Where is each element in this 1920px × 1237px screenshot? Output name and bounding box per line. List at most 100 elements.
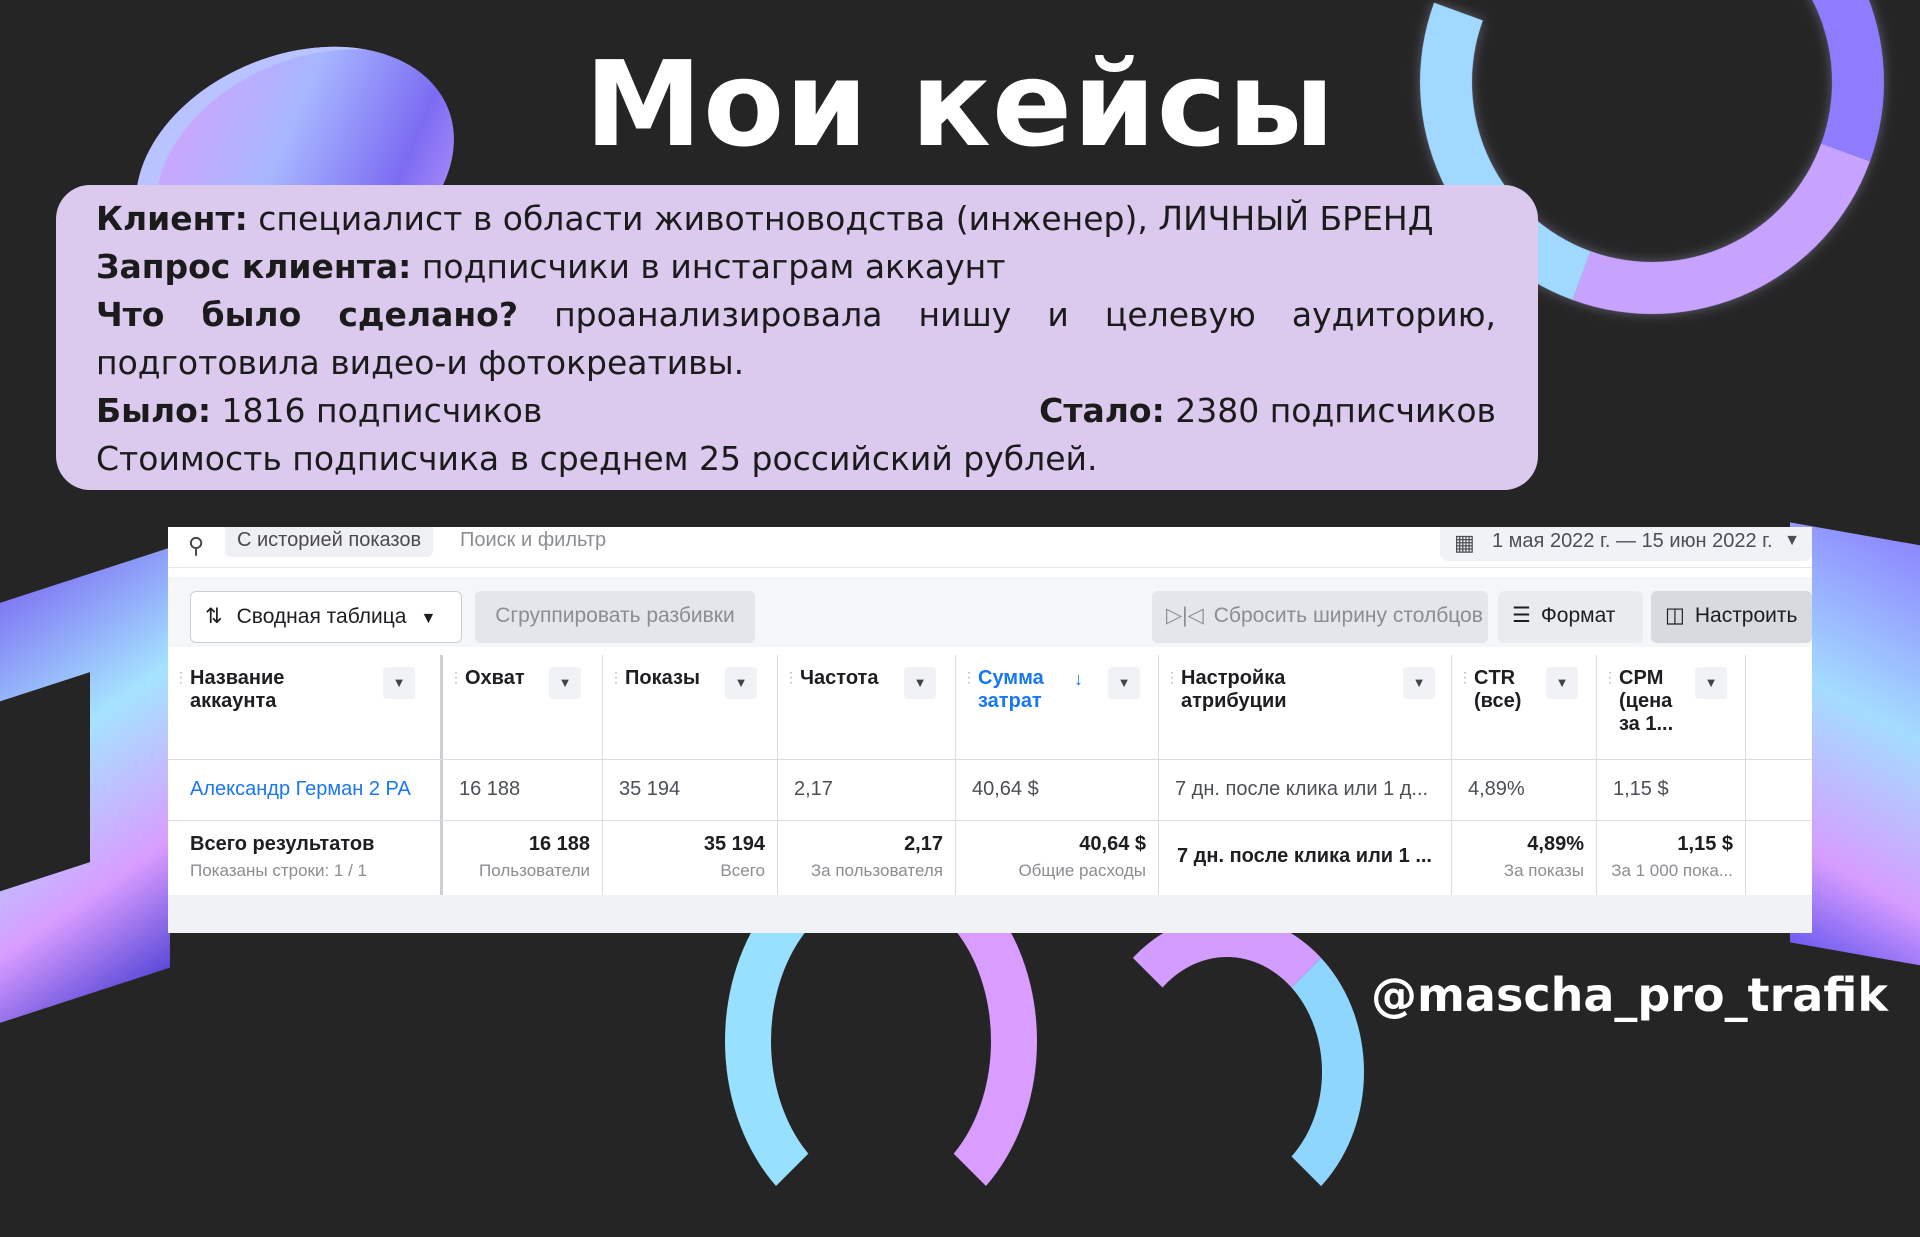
totals-ctr: 4,89% За показы — [1452, 821, 1597, 895]
cell-account: Александр Герман 2 РА — [168, 760, 443, 820]
customize-label: Настроить — [1694, 604, 1798, 627]
total-value: 16 188 — [528, 833, 590, 855]
totals-reach: 16 188 Пользователи — [443, 821, 603, 895]
cell-value: 7 дн. после клика или 1 д... — [1175, 778, 1429, 800]
total-sub: Всего — [720, 861, 765, 880]
customize-button[interactable]: ◫ Настроить — [1651, 591, 1812, 643]
cell-value: 16 188 — [459, 778, 521, 800]
totals-impressions: 35 194 Всего — [603, 821, 778, 895]
drag-handle-icon[interactable]: ⋮ — [609, 669, 623, 686]
table-toolbar: ⇅ Сводная таблица ▼ Сгруппировать разбивки… — [168, 577, 1812, 647]
cell-amount-spent: 40,64 $ — [956, 760, 1159, 820]
column-header-label: Название аккаунта — [190, 667, 285, 712]
format-list-icon: ☰ — [1512, 604, 1531, 627]
column-menu-icon[interactable]: ▼ — [383, 667, 415, 699]
calendar-icon: ▦ — [1454, 530, 1475, 555]
client-value: специалист в области животноводства (инж… — [247, 199, 1434, 238]
column-menu-icon[interactable]: ▼ — [1546, 667, 1578, 699]
cell-value: 2,17 — [794, 778, 833, 800]
request-value: подписчики в инстаграм аккаунт — [411, 247, 1006, 286]
search-filter-bar: ⚲ С историей показов Поиск и фильтр ▦ 1 … — [168, 527, 1812, 568]
reset-column-width-button[interactable]: ▷|◁ Сбросить ширину столбцов — [1152, 591, 1488, 643]
total-sub: За показы — [1503, 861, 1584, 880]
request-label: Запрос клиента: — [96, 247, 412, 286]
total-value: 4,89% — [1527, 833, 1584, 855]
cell-cpm: 1,15 $ — [1597, 760, 1746, 820]
format-button[interactable]: ☰ Формат — [1498, 591, 1643, 643]
column-menu-icon[interactable]: ▼ — [1403, 667, 1435, 699]
ads-manager-screenshot: ⚲ С историей показов Поиск и фильтр ▦ 1 … — [168, 527, 1812, 933]
column-header-reach[interactable]: ⋮ Охват ▼ — [443, 655, 603, 759]
before-value: 1816 подписчиков — [211, 391, 543, 430]
cell-ctr: 4,89% — [1452, 760, 1597, 820]
group-breakdowns-button[interactable]: Сгруппировать разбивки — [475, 591, 755, 643]
search-icon[interactable]: ⚲ — [188, 533, 204, 559]
column-header-label: Показы — [625, 667, 700, 689]
column-menu-icon[interactable]: ▼ — [904, 667, 936, 699]
column-header-impressions[interactable]: ⋮ Показы ▼ — [603, 655, 778, 759]
request-line: Запрос клиента: подписчики в инстаграм а… — [96, 243, 1496, 291]
drag-handle-icon[interactable]: ⋮ — [1603, 669, 1617, 686]
account-name-link[interactable]: Александр Герман 2 РА — [190, 778, 411, 801]
cell-reach: 16 188 — [443, 760, 603, 820]
drag-handle-icon[interactable]: ⋮ — [1458, 669, 1472, 686]
panel-bottom-strip — [168, 895, 1812, 933]
author-handle: @mascha_pro_trafik — [1370, 968, 1888, 1022]
total-value: 2,17 — [904, 833, 943, 855]
cell-frequency: 2,17 — [778, 760, 956, 820]
column-header-ctr[interactable]: ⋮ CTR (все) ▼ — [1452, 655, 1597, 759]
column-header-frequency[interactable]: ⋮ Частота ▼ — [778, 655, 956, 759]
column-header-cpm[interactable]: ⋮ CPM (цена за 1... ▼ — [1597, 655, 1746, 759]
total-sub: За 1 000 пока... — [1611, 861, 1733, 880]
column-header-account[interactable]: ⋮ Название аккаунта ▼ — [168, 655, 443, 759]
reset-label: Сбросить ширину столбцов — [1213, 604, 1483, 627]
pivot-icon: ⇅ — [205, 605, 223, 628]
column-header-label: CTR (все) — [1474, 667, 1522, 712]
totals-amount-spent: 40,64 $ Общие расходы — [956, 821, 1159, 895]
drag-handle-icon[interactable]: ⋮ — [962, 669, 976, 686]
drag-handle-icon[interactable]: ⋮ — [174, 669, 188, 686]
cell-value: 35 194 — [619, 778, 681, 800]
cell-attribution: 7 дн. после клика или 1 д... — [1159, 760, 1452, 820]
columns-icon: ◫ — [1665, 604, 1685, 627]
column-header-label: Частота — [800, 667, 879, 689]
cell-value: 40,64 $ — [972, 778, 1039, 800]
cell-value: 4,89% — [1468, 778, 1525, 800]
total-sub: Общие расходы — [1018, 861, 1146, 880]
cost-line: Стоимость подписчика в среднем 25 россий… — [96, 439, 1098, 478]
drag-handle-icon[interactable]: ⋮ — [449, 669, 463, 686]
client-line: Клиент: специалист в области животноводс… — [96, 195, 1496, 243]
drag-handle-icon[interactable]: ⋮ — [784, 669, 798, 686]
after-block: Стало: 2380 подписчиков — [1039, 387, 1496, 435]
pivot-table-button[interactable]: ⇅ Сводная таблица ▼ — [190, 591, 462, 643]
page-title: Мои кейсы — [584, 35, 1336, 173]
column-header-attribution[interactable]: ⋮ Настройка атрибуции ▼ — [1159, 655, 1452, 759]
decorative-swirl-shape-2 — [1090, 915, 1364, 1229]
history-filter-chip[interactable]: С историей показов — [225, 527, 434, 557]
cell-value: 1,15 $ — [1613, 778, 1669, 800]
drag-handle-icon[interactable]: ⋮ — [1165, 669, 1179, 686]
work-done-line: Что было сделано? проанализировала нишу … — [96, 291, 1496, 387]
sort-descending-icon[interactable]: ↓ — [1074, 669, 1083, 690]
before-label: Было: — [96, 391, 212, 430]
column-header-label: Охват — [465, 667, 525, 689]
chevron-down-icon: ▼ — [420, 610, 437, 627]
totals-label-cell: Всего результатов Показаны строки: 1 / 1 — [168, 821, 443, 895]
column-menu-icon[interactable]: ▼ — [549, 667, 581, 699]
column-menu-icon[interactable]: ▼ — [725, 667, 757, 699]
totals-frequency: 2,17 За пользователя — [778, 821, 956, 895]
total-value: 1,15 $ — [1677, 833, 1733, 855]
column-header-amount-spent[interactable]: ⋮ Сумма затрат ↓ ▼ — [956, 655, 1159, 759]
totals-attribution: 7 дн. после клика или 1 ... — [1159, 821, 1452, 895]
column-menu-icon[interactable]: ▼ — [1695, 667, 1727, 699]
client-label: Клиент: — [96, 199, 248, 238]
column-menu-icon[interactable]: ▼ — [1108, 667, 1140, 699]
date-range-picker[interactable]: ▦ 1 мая 2022 г. — 15 июн 2022 г. ▼ — [1440, 527, 1812, 561]
totals-label: Всего результатов — [190, 833, 375, 855]
results-line: Было: 1816 подписчиков Стало: 2380 подпи… — [96, 387, 1496, 435]
totals-rows-shown: Показаны строки: 1 / 1 — [190, 861, 367, 880]
after-label: Стало: — [1039, 391, 1165, 430]
total-value: 40,64 $ — [1079, 833, 1146, 855]
search-input[interactable]: Поиск и фильтр — [460, 527, 606, 553]
total-value: 7 дн. после клика или 1 ... — [1177, 845, 1432, 867]
